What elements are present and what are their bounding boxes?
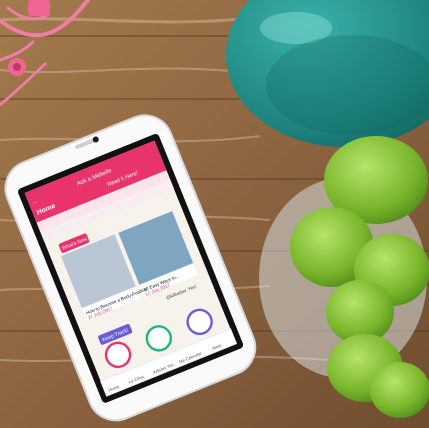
photo-scene: ... Ask a Midwife Home Read it Here! Wha… xyxy=(0,0,429,428)
